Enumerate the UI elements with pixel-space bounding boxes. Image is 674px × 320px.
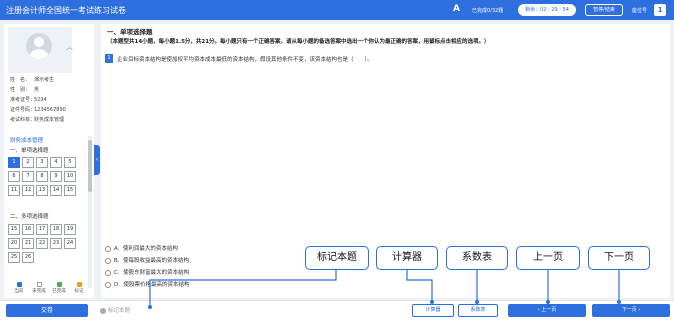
calculator-button[interactable]: 计算器: [412, 304, 454, 317]
question-nav-button[interactable]: 11: [8, 185, 20, 196]
submit-button[interactable]: 交卷: [6, 304, 88, 317]
panel-collapse-tab[interactable]: ‹: [94, 145, 100, 175]
answered-count: 已完成0/32题: [472, 8, 504, 14]
category-link[interactable]: 财务成本管理: [10, 136, 43, 144]
question-number: 1: [105, 54, 113, 63]
section-description: （本题型共14小题，每小题1.5分，共21分。每小题只有一个正确答案，请从每小题…: [107, 39, 490, 45]
question-nav-button[interactable]: 5: [64, 157, 76, 168]
prev-page-button[interactable]: ‹ 上一页: [508, 304, 586, 317]
question-nav-button[interactable]: 23: [50, 238, 62, 249]
legend-marked: 标记: [70, 282, 88, 294]
question-nav-button[interactable]: 19: [64, 224, 76, 235]
chevron-up-icon[interactable]: ︿: [66, 42, 73, 52]
callout-calculator: 计算器: [376, 246, 438, 270]
section-single-choice: 一、单项选择题: [10, 148, 49, 154]
question-nav-button[interactable]: 3: [36, 157, 48, 168]
avatar: [26, 33, 52, 59]
bottom-toolbar: 交卷 标记本题 计算器 系数表 ‹ 上一页 下一页 ›: [0, 300, 674, 320]
question-nav-button[interactable]: 2: [22, 157, 34, 168]
callout-prev: 上一页: [516, 246, 580, 270]
candidate-gender: 性 别：男: [10, 87, 40, 93]
nav-scrollbar[interactable]: [88, 136, 92, 288]
callout-next: 下一页: [588, 246, 650, 270]
single-choice-grid: 1 2 3 4 5 6 7 8 9 10 11 12 13 14 15: [8, 157, 76, 196]
question-nav-button[interactable]: 18: [50, 224, 62, 235]
question-nav-button[interactable]: 24: [64, 238, 76, 249]
question-nav-button[interactable]: 20: [8, 238, 20, 249]
question-nav-button[interactable]: 9: [50, 171, 62, 182]
radio-icon[interactable]: [105, 245, 111, 252]
seat-label: 座位号: [632, 8, 648, 14]
question-nav-button[interactable]: 21: [22, 238, 34, 249]
option-d[interactable]: D. 使股票价格最高的资本结构: [105, 280, 190, 288]
countdown-timer: 剩余：02 : 29 : 54: [518, 4, 576, 16]
question-nav-button[interactable]: 8: [36, 171, 48, 182]
question-nav-button[interactable]: 13: [36, 185, 48, 196]
multi-choice-grid: 15 16 17 18 19 20 21 22 23 24 25 26: [8, 224, 76, 263]
app-title: 注册会计师全国统一考试练习试卷: [6, 6, 126, 15]
candidate-admission-no: 准考证号：5234: [10, 97, 47, 103]
question-nav-button[interactable]: 6: [8, 171, 20, 182]
mark-question-button[interactable]: 标记本题: [100, 306, 130, 314]
question-nav-button[interactable]: 15: [64, 185, 76, 196]
radio-icon[interactable]: [105, 257, 111, 264]
legend-undone: 未完成: [30, 282, 48, 294]
legend-done: 已完成: [50, 282, 68, 294]
candidate-id-no: 证件号码：1234567890: [10, 107, 66, 113]
mark-icon: [100, 307, 106, 314]
left-panel: ︿ 姓 名： 演示考生 性 别：男 准考证号：5234 证件号码：12345678…: [4, 24, 94, 298]
scroll-thumb[interactable]: [88, 140, 92, 192]
question-nav-button[interactable]: 1: [8, 157, 20, 168]
question-nav-button[interactable]: 12: [22, 185, 34, 196]
option-b[interactable]: B. 使每股收益最高的资本结构: [105, 256, 189, 264]
legend-current: 当前: [10, 282, 28, 294]
option-c[interactable]: C. 使股东财富最大的资本结构: [105, 268, 189, 276]
candidate-name: 姓 名： 演示考生: [10, 77, 55, 83]
font-size-icon[interactable]: A: [453, 4, 460, 14]
question-nav-button[interactable]: 22: [36, 238, 48, 249]
section-multi-choice: 二、多项选择题: [10, 214, 49, 220]
question-nav-button[interactable]: 7: [22, 171, 34, 182]
top-bar: 注册会计师全国统一考试练习试卷 A 已完成0/32题 剩余：02 : 29 : …: [0, 0, 674, 20]
radio-icon[interactable]: [105, 269, 111, 276]
candidate-subject: 考试科目：财务成本管理: [10, 117, 65, 123]
coef-table-button[interactable]: 系数表: [458, 304, 498, 317]
question-nav-button[interactable]: 4: [50, 157, 62, 168]
question-nav-button[interactable]: 14: [50, 185, 62, 196]
pause-end-button[interactable]: 暂停/结束: [585, 4, 623, 16]
question-nav-button[interactable]: 17: [36, 224, 48, 235]
callout-coef-table: 系数表: [446, 246, 508, 270]
section-heading: 一、单项选择题: [107, 28, 153, 36]
question-nav-button[interactable]: 25: [8, 252, 20, 263]
question-nav-button[interactable]: 26: [22, 252, 34, 263]
option-a[interactable]: A. 使利润最大的资本结构: [105, 244, 178, 252]
callout-mark: 标记本题: [305, 246, 369, 270]
question-nav-button[interactable]: 16: [22, 224, 34, 235]
question-nav-button[interactable]: 15: [8, 224, 20, 235]
question-text: 企业目标资本结构是使加权平均资本成本最低的资本结构，假设其他条件不变，该资本结构…: [117, 57, 373, 63]
avatar-box: [8, 27, 72, 73]
seat-number: 1: [654, 4, 666, 16]
radio-icon[interactable]: [105, 281, 111, 288]
next-page-button[interactable]: 下一页 ›: [592, 304, 670, 317]
question-nav-button[interactable]: 10: [64, 171, 76, 182]
